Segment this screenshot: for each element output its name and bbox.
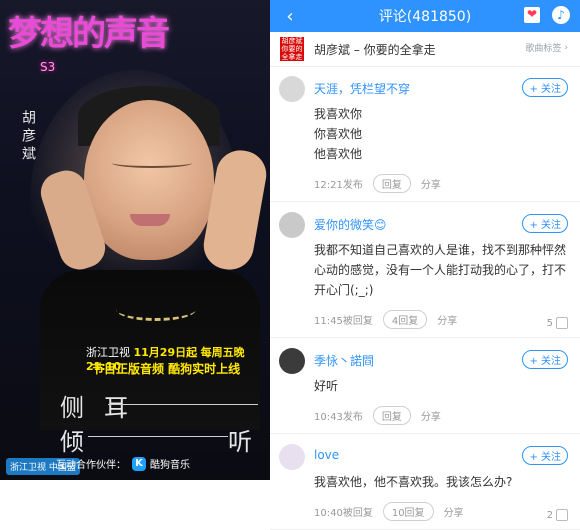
promo-line-2: 节目正版音频 酷狗实时上线 bbox=[92, 362, 241, 376]
share-button[interactable]: 分享 bbox=[421, 176, 441, 191]
comment-text: 好听 bbox=[314, 379, 339, 393]
show-logo-sub: S3 bbox=[40, 60, 56, 74]
song-cover-image: 胡彦斌 你要的 全拿走 bbox=[280, 37, 304, 61]
follow-button[interactable]: + 关注 bbox=[522, 78, 568, 97]
comment-item: 爱你的微笑😊 + 关注 我都不知道自己喜欢的人是谁，找不到那种怦然心动的感觉，没… bbox=[270, 202, 580, 338]
comment-item: 季怺丶諾閰 + 关注 好听 10:43发布 回复 分享 bbox=[270, 338, 580, 434]
like-count: 2 bbox=[546, 509, 553, 521]
share-button[interactable]: 分享 bbox=[437, 312, 457, 327]
song-tag-label: 歌曲标签 bbox=[525, 44, 562, 54]
user-name[interactable]: 天涯，凭栏望不穿 bbox=[314, 80, 410, 97]
reply-button[interactable]: 4回复 bbox=[382, 310, 428, 329]
lyric-b: 倾 听 bbox=[60, 422, 252, 457]
show-logo: 梦想的声音 bbox=[8, 14, 170, 54]
like-count: 5 bbox=[546, 317, 553, 329]
song-title: 胡彦斌 – 你要的全拿走 bbox=[314, 43, 436, 57]
song-cover-text: 胡彦斌 你要的 全拿走 bbox=[281, 37, 303, 61]
promo-prefix: 浙江卫视 bbox=[86, 346, 130, 359]
thumbs-up-icon bbox=[556, 317, 568, 329]
lyric-b-left: 倾 bbox=[60, 428, 84, 456]
heart-icon[interactable] bbox=[524, 7, 540, 23]
reply-button[interactable]: 回复 bbox=[372, 406, 411, 425]
follow-button[interactable]: + 关注 bbox=[522, 214, 568, 233]
user-avatar[interactable] bbox=[279, 212, 305, 238]
song-tag-link[interactable]: 歌曲标签 › bbox=[525, 41, 568, 55]
share-button[interactable]: 分享 bbox=[444, 504, 464, 519]
sponsor: 互动合作伙伴： K 酷狗音乐 bbox=[56, 456, 190, 471]
comment-time: 10:43发布 bbox=[314, 412, 363, 423]
comment-list: 天涯，凭栏望不穿 + 关注 我喜欢你 你喜欢他 他喜欢他 12:21发布 回复 … bbox=[270, 66, 580, 530]
reply-button[interactable]: 回复 bbox=[372, 174, 411, 193]
comment-text: 我喜欢你 你喜欢他 他喜欢他 bbox=[314, 107, 363, 161]
lyric-line-1 bbox=[108, 404, 258, 405]
topbar: ‹ 评论(481850) ♪ bbox=[270, 0, 580, 32]
promo-date: 11月29日起 bbox=[133, 346, 198, 359]
kugou-brand: K 酷狗音乐 bbox=[132, 456, 190, 471]
comment-meta: 10:43发布 回复 分享 bbox=[314, 406, 568, 425]
comment-time: 11:45被回复 bbox=[314, 316, 373, 327]
user-avatar[interactable] bbox=[279, 76, 305, 102]
comment-item: 天涯，凭栏望不穿 + 关注 我喜欢你 你喜欢他 他喜欢他 12:21发布 回复 … bbox=[270, 66, 580, 202]
comment-text: 我喜欢他，他不喜欢我。我该怎么办? bbox=[314, 475, 513, 489]
follow-button[interactable]: + 关注 bbox=[522, 446, 568, 465]
user-avatar[interactable] bbox=[279, 444, 305, 470]
reply-button[interactable]: 10回复 bbox=[382, 502, 434, 521]
comment-meta: 11:45被回复 4回复 分享 bbox=[314, 310, 568, 329]
screen: 梦想的声音 S3 胡彦斌 浙江卫视 11月29日起 每周五晚21:10 节目正版… bbox=[0, 0, 580, 530]
sponsor-name: 酷狗音乐 bbox=[150, 460, 190, 471]
poster-eyes bbox=[112, 158, 192, 168]
chevron-right-icon: › bbox=[564, 42, 568, 53]
comment-meta: 10:40被回复 10回复 分享 bbox=[314, 502, 568, 521]
comment-time: 12:21发布 bbox=[314, 180, 363, 191]
share-button[interactable]: 分享 bbox=[421, 408, 441, 423]
comments-app: ‹ 评论(481850) ♪ 胡彦斌 你要的 全拿走 胡彦斌 – 你要的全拿走 … bbox=[270, 0, 580, 530]
thumbs-up-icon bbox=[556, 509, 568, 521]
comment-item: love + 关注 我喜欢他，他不喜欢我。我该怎么办? 10:40被回复 10回… bbox=[270, 434, 580, 530]
user-avatar[interactable] bbox=[279, 348, 305, 374]
like-button[interactable]: 2 bbox=[547, 509, 568, 521]
poster-image: 梦想的声音 S3 胡彦斌 浙江卫视 11月29日起 每周五晚21:10 节目正版… bbox=[0, 0, 270, 480]
poster-mouth bbox=[130, 214, 170, 226]
artist-name-vertical: 胡彦斌 bbox=[20, 110, 36, 164]
comment-time: 10:40被回复 bbox=[314, 508, 373, 519]
follow-button[interactable]: + 关注 bbox=[522, 350, 568, 369]
comment-text: 我都不知道自己喜欢的人是谁，找不到那种怦然心动的感觉，没有一个人能打动我的心了，… bbox=[314, 243, 567, 297]
sponsor-label: 互动合作伙伴： bbox=[56, 460, 126, 471]
music-icon[interactable]: ♪ bbox=[552, 6, 570, 24]
song-bar[interactable]: 胡彦斌 你要的 全拿走 胡彦斌 – 你要的全拿走 歌曲标签 › bbox=[270, 32, 580, 67]
user-name[interactable]: 爱你的微笑😊 bbox=[314, 216, 387, 233]
user-name[interactable]: 季怺丶諾閰 bbox=[314, 352, 374, 369]
lyric-a: 侧耳 bbox=[60, 394, 148, 422]
poster-face bbox=[84, 100, 214, 260]
user-name[interactable]: love bbox=[314, 448, 339, 462]
like-button[interactable]: 5 bbox=[547, 317, 568, 329]
comment-meta: 12:21发布 回复 分享 bbox=[314, 174, 568, 193]
lyric-b-right: 听 bbox=[228, 428, 252, 456]
kugou-logo-icon: K bbox=[132, 456, 146, 471]
lyric-line-2 bbox=[88, 436, 228, 437]
poster-chain bbox=[116, 298, 196, 321]
